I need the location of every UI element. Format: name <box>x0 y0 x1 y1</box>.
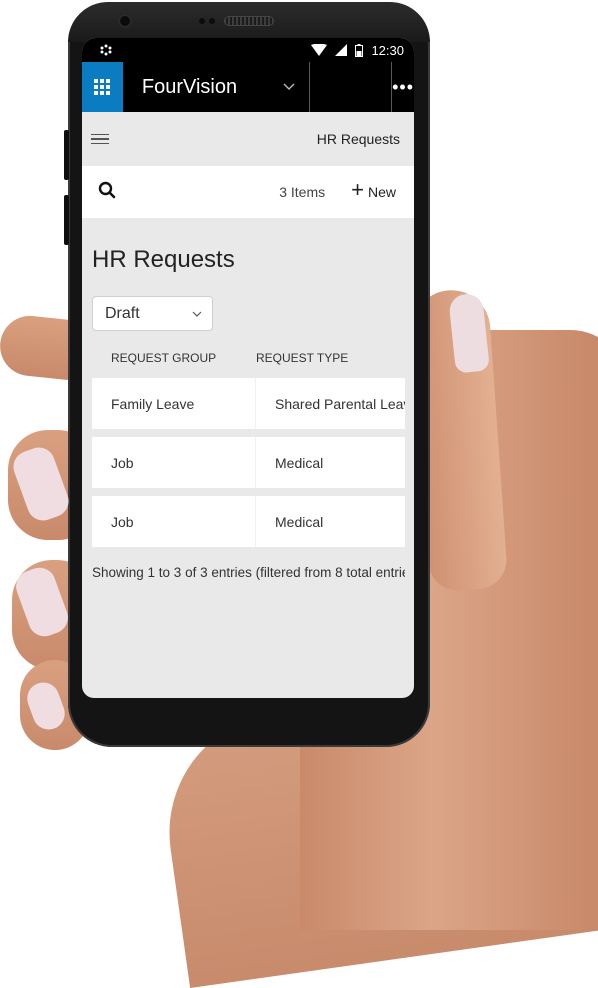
table-row[interactable]: Job Medical <box>92 437 405 488</box>
battery-icon <box>355 43 364 57</box>
column-header-request-type[interactable]: REQUEST TYPE <box>256 351 404 365</box>
status-filter-value: Draft <box>105 304 140 322</box>
column-header-request-group[interactable]: REQUEST GROUP <box>92 351 256 365</box>
ellipsis-icon: ••• <box>392 76 414 97</box>
cell-request-group: Job <box>92 496 256 547</box>
front-camera <box>118 14 132 28</box>
earpiece-speaker <box>224 16 274 26</box>
cell-request-group: Family Leave <box>92 378 256 429</box>
cell-request-group: Job <box>92 437 256 488</box>
app-bar-spacer <box>310 62 391 112</box>
new-button[interactable]: + New <box>351 179 396 201</box>
app-switcher[interactable]: FourVision <box>123 62 309 112</box>
status-bar: 12:30 <box>82 38 414 62</box>
table-row[interactable]: Family Leave Shared Parental Leave <box>92 378 405 429</box>
power-button <box>64 195 69 245</box>
page-title: HR Requests <box>92 246 235 273</box>
waffle-grid-icon <box>94 79 111 95</box>
plus-icon: + <box>351 177 364 202</box>
table-info: Showing 1 to 3 of 3 entries (filtered fr… <box>92 565 405 580</box>
volume-button <box>64 130 69 180</box>
status-filter-select[interactable]: Draft <box>92 296 213 331</box>
wifi-icon <box>311 44 328 56</box>
cell-request-type: Medical <box>275 513 324 530</box>
sensor <box>199 18 205 24</box>
breadcrumb: HR Requests <box>316 131 400 147</box>
cell-request-type: Medical <box>275 454 324 471</box>
app-name: FourVision <box>141 75 238 98</box>
table-header: REQUEST GROUP REQUEST TYPE <box>92 351 404 365</box>
new-button-label: New <box>367 184 396 200</box>
phone-screen: 12:30 FourVision ••• HR Requests 3 Items… <box>82 38 414 698</box>
requests-table: Family Leave Shared Parental Leave Job M… <box>92 378 405 547</box>
thumb-nail <box>448 292 490 374</box>
table-row[interactable]: Job Medical <box>92 496 405 547</box>
app-launcher-button[interactable] <box>82 62 123 112</box>
more-options-button[interactable]: ••• <box>392 62 414 112</box>
hamburger-icon[interactable] <box>91 133 109 145</box>
nav-bar: HR Requests <box>82 112 414 166</box>
app-notification-icon <box>100 44 112 56</box>
item-count: 3 Items <box>279 184 326 200</box>
clock: 12:30 <box>371 42 404 58</box>
sensor <box>209 18 215 24</box>
main-content: HR Requests Draft REQUEST GROUP REQUEST … <box>82 246 414 580</box>
chevron-down-icon <box>283 80 295 94</box>
toolbar: 3 Items + New <box>82 166 414 218</box>
search-icon[interactable] <box>98 181 116 204</box>
cell-request-type: Shared Parental Leave <box>275 395 405 412</box>
signal-icon <box>335 44 348 56</box>
chevron-down-icon <box>192 308 202 320</box>
app-bar: FourVision ••• <box>82 62 414 112</box>
